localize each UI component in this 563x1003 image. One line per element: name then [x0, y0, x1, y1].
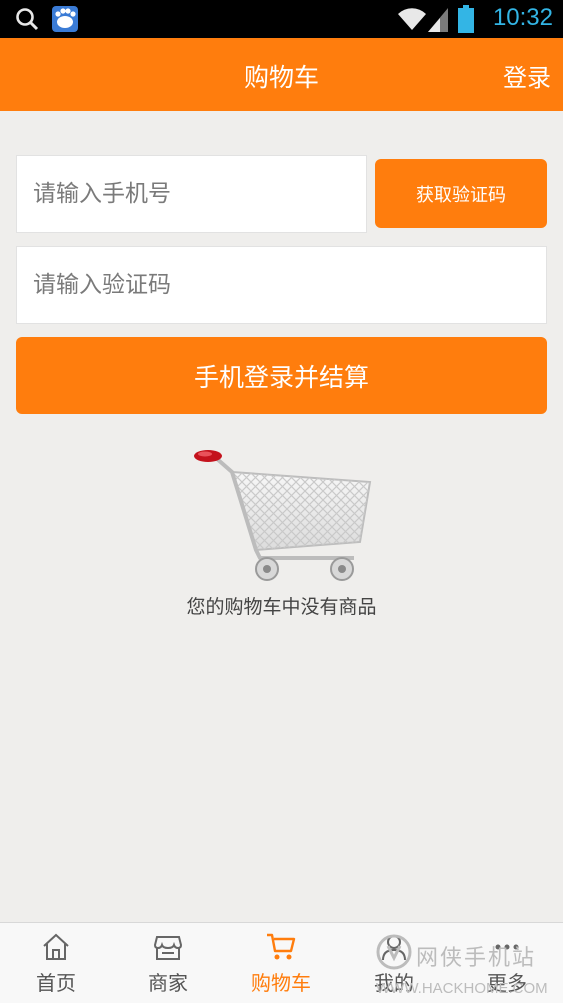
- empty-cart-message: 您的购物车中没有商品: [186, 596, 377, 618]
- baidu-app-icon: [52, 6, 78, 32]
- cart-icon: [267, 933, 296, 960]
- verification-code-input[interactable]: [17, 247, 546, 323]
- battery-icon: [458, 5, 474, 33]
- home-icon: [43, 933, 69, 960]
- login-checkout-button[interactable]: 手机登录并结算: [16, 337, 547, 414]
- store-icon: [153, 936, 183, 960]
- nav-home[interactable]: 首页: [0, 923, 112, 1003]
- nav-stores[interactable]: 商家: [112, 923, 224, 1003]
- signal-icon: [428, 8, 448, 32]
- phone-input[interactable]: [17, 156, 366, 232]
- nav-label-cart: 购物车: [251, 971, 311, 995]
- status-bar: 10:32: [0, 0, 563, 38]
- nav-label-stores: 商家: [148, 971, 188, 995]
- phone-field[interactable]: [16, 155, 367, 233]
- search-icon: [16, 8, 39, 31]
- app-header: 购物车 登录: [0, 38, 563, 111]
- get-code-button[interactable]: 获取验证码: [375, 159, 547, 228]
- nav-label-home: 首页: [36, 971, 76, 995]
- watermark-url: WWW.HACKHOME.COM: [376, 980, 548, 997]
- login-link[interactable]: 登录: [503, 58, 551, 93]
- watermark-text: 网侠手机站: [416, 946, 537, 971]
- page-title: 购物车: [243, 63, 319, 92]
- nav-cart[interactable]: 购物车: [225, 923, 337, 1003]
- empty-cart-illustration: [194, 450, 372, 581]
- status-time: 10:32: [492, 4, 553, 31]
- code-field[interactable]: [16, 246, 547, 324]
- watermark-logo: [376, 934, 412, 970]
- watermark: 网侠手机站 WWW.HACKHOME.COM: [372, 928, 562, 1002]
- wifi-icon: [398, 8, 426, 30]
